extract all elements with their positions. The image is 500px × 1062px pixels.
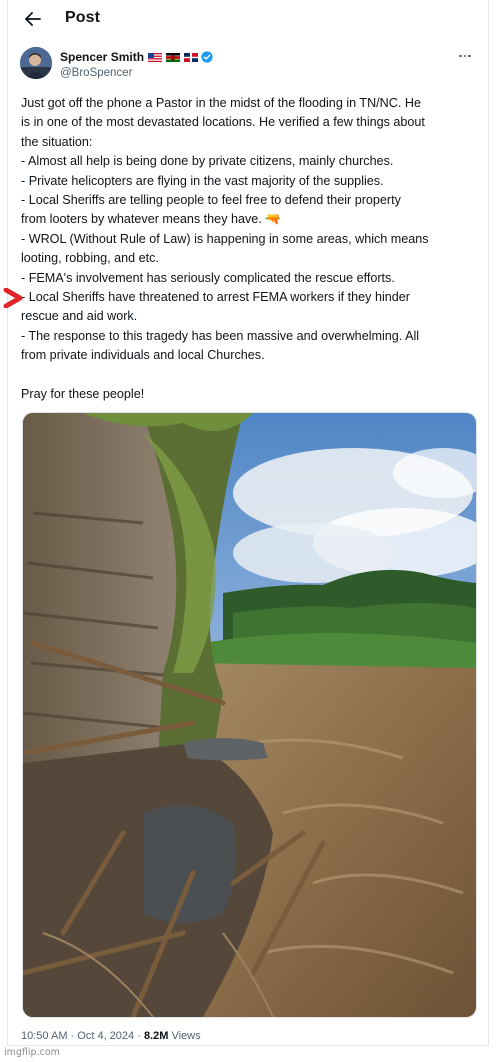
author-handle[interactable]: @BroSpencer (60, 67, 132, 79)
views-label: Views (171, 1030, 201, 1042)
imgflip-watermark: imgflip.com (4, 1047, 60, 1058)
avatar[interactable] (20, 47, 52, 79)
views-count: 8.2M (143, 1030, 169, 1042)
meta-separator: · (137, 1030, 141, 1042)
back-arrow-icon (25, 12, 41, 26)
tweet-photo[interactable] (22, 412, 477, 1018)
flood-river-photo (23, 413, 476, 1017)
post-header: Post (8, 0, 488, 38)
more-dot-icon (459, 54, 462, 58)
more-options-button[interactable] (456, 50, 474, 62)
red-arrow-annotation-icon (3, 288, 23, 308)
us-flag-icon (148, 52, 163, 62)
meta-separator: · (70, 1030, 75, 1042)
page-title: Post (65, 9, 101, 26)
tweet-text: Just got off the phone a Pastor in the m… (21, 96, 429, 402)
post-date[interactable]: Oct 4, 2024 (77, 1030, 134, 1042)
verified-badge-icon (201, 51, 213, 63)
author-name-row: Spencer Smith (60, 50, 213, 64)
kenya-flag-icon (166, 52, 181, 62)
post-meta: 10:50 AM · Oct 4, 2024 · 8.2M Views (21, 1030, 201, 1042)
more-dot-icon (463, 54, 467, 58)
author-name[interactable]: Spencer Smith (60, 50, 144, 64)
post-frame: Post Spencer Smith @BroSpencer Just got … (7, 0, 489, 1046)
post-time[interactable]: 10:50 AM (21, 1030, 67, 1042)
more-dot-icon (468, 54, 471, 58)
back-button[interactable] (20, 7, 46, 31)
dominican-flag-icon (184, 52, 199, 62)
